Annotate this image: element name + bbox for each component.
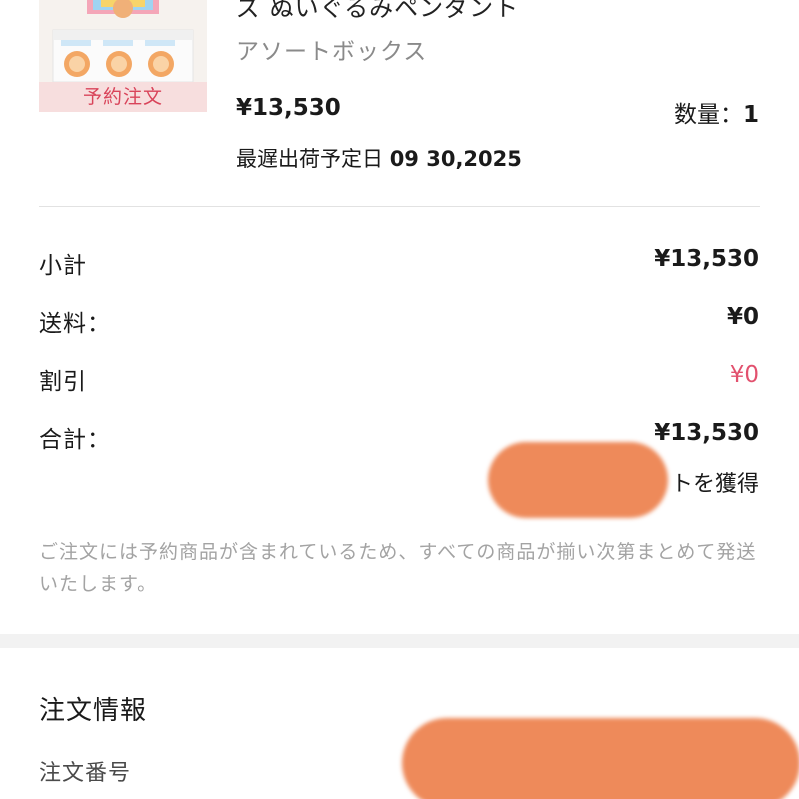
- product-name[interactable]: ズ ぬいぐるみペンダント: [236, 0, 519, 23]
- product-image: [52, 0, 194, 82]
- product-price: ¥13,530: [236, 95, 341, 121]
- ship-date-value: 09 30,2025: [389, 147, 522, 171]
- redaction-mark: [402, 718, 799, 799]
- order-info-title: 注文情報: [39, 696, 148, 726]
- discount-row: 割引 ¥0: [39, 362, 759, 396]
- redaction-mark: [488, 442, 668, 518]
- quantity: 数量：1: [674, 95, 759, 129]
- preorder-tag: 予約注文: [39, 82, 207, 112]
- order-number-label: 注文番号: [39, 761, 132, 786]
- subtotal-row: 小計 ¥13,530: [39, 246, 759, 280]
- total-value: ¥13,530: [654, 420, 759, 446]
- points-earned: トを獲得: [670, 472, 759, 497]
- shipping-row: 送料： ¥0: [39, 304, 759, 338]
- total-label: 合計：: [39, 427, 111, 453]
- subtotal-label: 小計: [39, 253, 87, 279]
- ship-date-label: 最遅出荷予定日: [236, 147, 383, 171]
- section-separator: [0, 634, 799, 648]
- product-thumbnail[interactable]: 予約注文: [39, 0, 207, 112]
- quantity-value: 1: [742, 102, 759, 128]
- shipping-value: ¥0: [726, 304, 759, 330]
- product-variant: アソートボックス: [236, 39, 428, 65]
- preorder-notice: ご注文には予約商品が含まれているため、すべての商品が揃い次第まとめて発送いたしま…: [39, 541, 757, 595]
- quantity-label: 数量：: [673, 102, 743, 128]
- shipping-label: 送料：: [39, 311, 111, 337]
- discount-label: 割引: [39, 369, 87, 395]
- order-detail-page: 予約注文 ズ ぬいぐるみペンダント アソートボックス ¥13,530 数量：1 …: [0, 0, 799, 799]
- subtotal-value: ¥13,530: [654, 246, 759, 272]
- divider: [39, 206, 760, 207]
- discount-value: ¥0: [729, 362, 759, 388]
- latest-ship-date: 最遅出荷予定日 09 30,2025: [236, 143, 522, 173]
